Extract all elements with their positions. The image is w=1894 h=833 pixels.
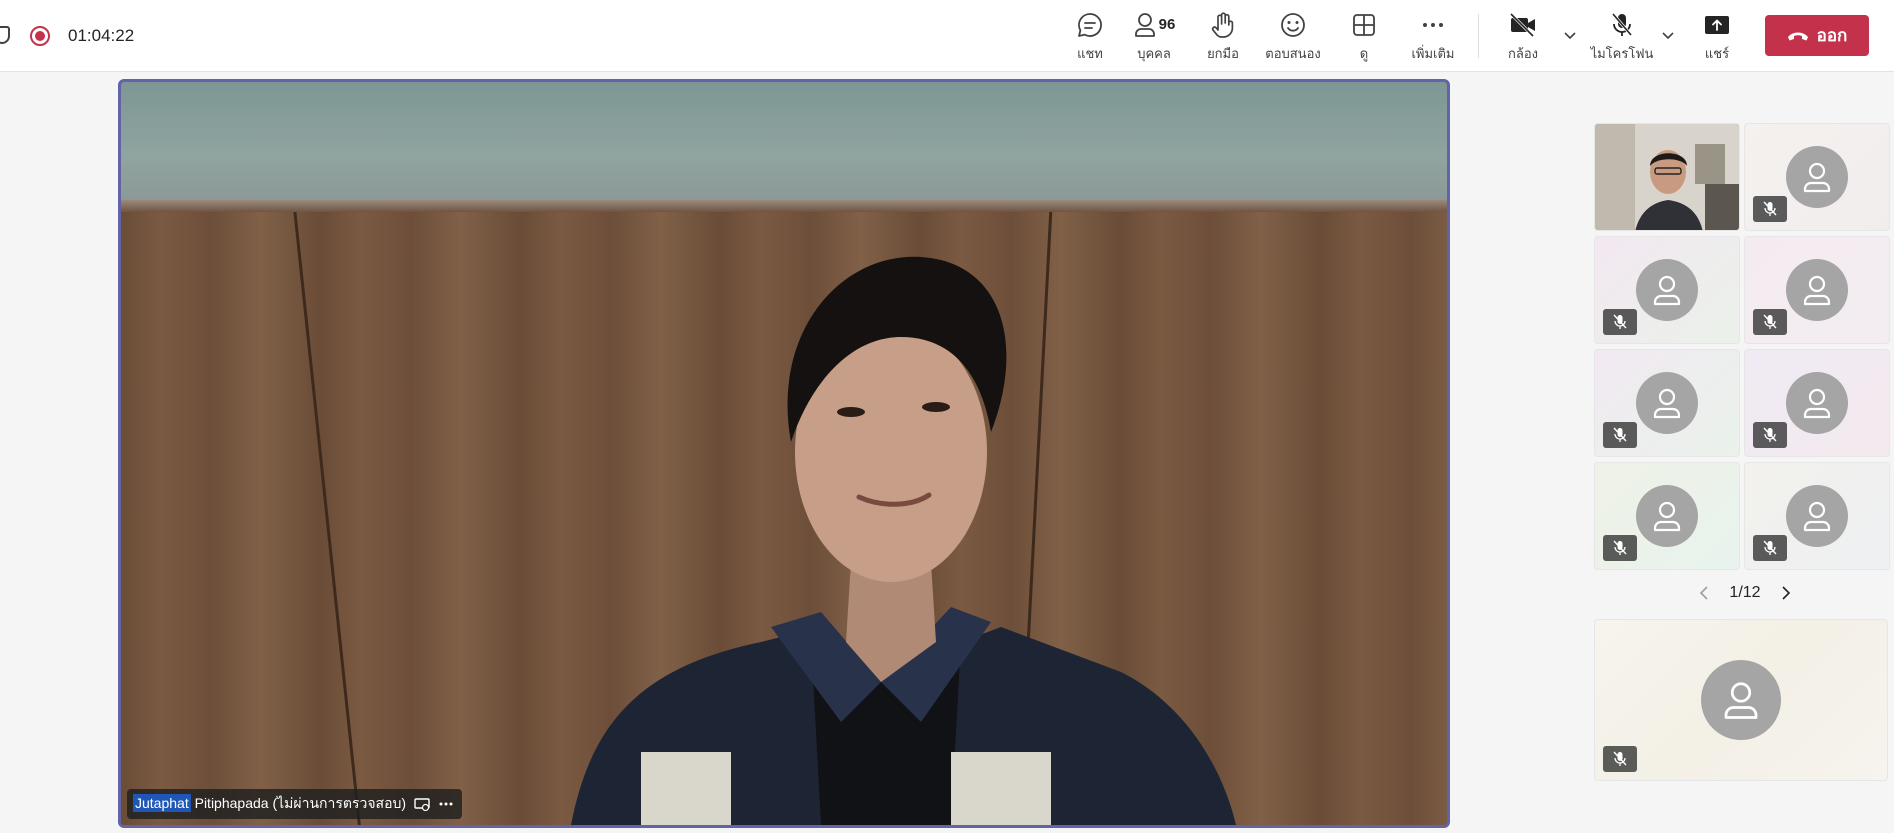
person-icon: [1653, 275, 1681, 306]
view-button[interactable]: ดู: [1348, 10, 1380, 64]
avatar: [1786, 485, 1848, 547]
mic-off-icon: [1763, 201, 1777, 216]
person-icon: [1803, 275, 1831, 306]
muted-indicator: [1603, 746, 1637, 772]
hand-icon: [1210, 10, 1236, 39]
meeting-timer: 01:04:22: [68, 26, 135, 45]
camera-off-icon: [1508, 10, 1538, 39]
gallery-tile-avatar[interactable]: [1744, 462, 1890, 570]
share-icon: [1703, 10, 1731, 39]
camera-button[interactable]: กล้อง: [1505, 10, 1541, 64]
avatar: [1636, 485, 1698, 547]
avatar: [1636, 372, 1698, 434]
avatar: [1636, 259, 1698, 321]
muted-indicator: [1753, 535, 1787, 561]
shield-icon: [0, 26, 10, 44]
camera-options-chevron-icon[interactable]: [1563, 28, 1577, 42]
muted-indicator: [1753, 422, 1787, 448]
leave-button[interactable]: ออก: [1765, 15, 1869, 56]
next-page-button[interactable]: [1777, 584, 1795, 602]
more-button[interactable]: เพิ่มเติม: [1408, 10, 1458, 64]
toolbar-divider: [1478, 14, 1479, 58]
muted-indicator: [1603, 309, 1637, 335]
screen-share-icon[interactable]: [414, 797, 430, 811]
mic-options-chevron-icon[interactable]: [1661, 28, 1675, 42]
share-button[interactable]: แชร์: [1700, 10, 1734, 64]
mic-off-icon: [1609, 10, 1635, 39]
speaker-silhouette: [571, 256, 1236, 825]
people-icon: 96: [1133, 10, 1176, 39]
avatar: [1701, 660, 1781, 740]
recording-icon: [30, 26, 50, 46]
mic-off-icon: [1763, 314, 1777, 329]
gallery-tile-video[interactable]: [1594, 123, 1740, 231]
participant-options-icon[interactable]: [438, 797, 454, 811]
people-button[interactable]: 96 บุคคล: [1128, 10, 1180, 64]
name-highlight: Jutaphat: [133, 794, 191, 812]
chat-button[interactable]: แชท: [1068, 10, 1112, 64]
avatar: [1786, 259, 1848, 321]
person-icon: [1724, 682, 1758, 719]
muted-indicator: [1753, 196, 1787, 222]
person-icon: [1803, 501, 1831, 532]
chevron-right-icon: [1782, 586, 1791, 600]
grid-icon: [1351, 10, 1377, 39]
person-icon: [1803, 162, 1831, 193]
gallery-tile-avatar[interactable]: [1744, 123, 1890, 231]
avatar: [1786, 372, 1848, 434]
hang-up-icon: [1787, 32, 1808, 40]
avatar: [1786, 146, 1848, 208]
mic-off-icon: [1613, 751, 1627, 766]
person-icon: [1803, 388, 1831, 419]
gallery-tile-avatar[interactable]: [1594, 462, 1740, 570]
page-indicator: 1/12: [1729, 584, 1761, 601]
gallery-pager: 1/12: [1695, 582, 1795, 604]
people-count: 96: [1158, 16, 1176, 33]
name-rest: Pitiphapada (ไม่ผ่านการตรวจสอบ): [190, 795, 407, 811]
mic-off-icon: [1613, 427, 1627, 442]
gallery-tile-avatar[interactable]: [1594, 349, 1740, 457]
previous-page-button[interactable]: [1695, 584, 1713, 602]
react-button[interactable]: ตอบสนอง: [1262, 10, 1324, 64]
chevron-left-icon: [1699, 586, 1708, 600]
gallery-tile-avatar[interactable]: [1744, 236, 1890, 344]
mic-off-icon: [1613, 540, 1627, 555]
muted-indicator: [1603, 422, 1637, 448]
gallery-tile-avatar[interactable]: [1744, 349, 1890, 457]
person-icon: [1653, 388, 1681, 419]
meeting-toolbar: 01:04:22 แชท 96 บุคคล ยกมือ ตอบสนอง ดู เ…: [0, 0, 1894, 72]
participant-name-tag: Jutaphat Pitiphapada (ไม่ผ่านการตรวจสอบ): [127, 789, 463, 819]
main-speaker-video[interactable]: Jutaphat Pitiphapada (ไม่ผ่านการตรวจสอบ): [118, 79, 1450, 828]
chat-icon: [1076, 10, 1104, 39]
mic-off-icon: [1763, 540, 1777, 555]
mic-button[interactable]: ไมโครโฟน: [1590, 10, 1654, 64]
raise-hand-button[interactable]: ยกมือ: [1200, 10, 1246, 64]
mic-off-icon: [1613, 314, 1627, 329]
mic-off-icon: [1763, 427, 1777, 442]
participant-thumbnail: [1595, 124, 1739, 230]
muted-indicator: [1753, 309, 1787, 335]
person-icon: [1653, 501, 1681, 532]
ellipsis-icon: [1420, 10, 1446, 39]
gallery-tile-avatar[interactable]: [1594, 236, 1740, 344]
self-view-tile[interactable]: [1594, 619, 1888, 781]
muted-indicator: [1603, 535, 1637, 561]
smile-icon: [1279, 10, 1307, 39]
